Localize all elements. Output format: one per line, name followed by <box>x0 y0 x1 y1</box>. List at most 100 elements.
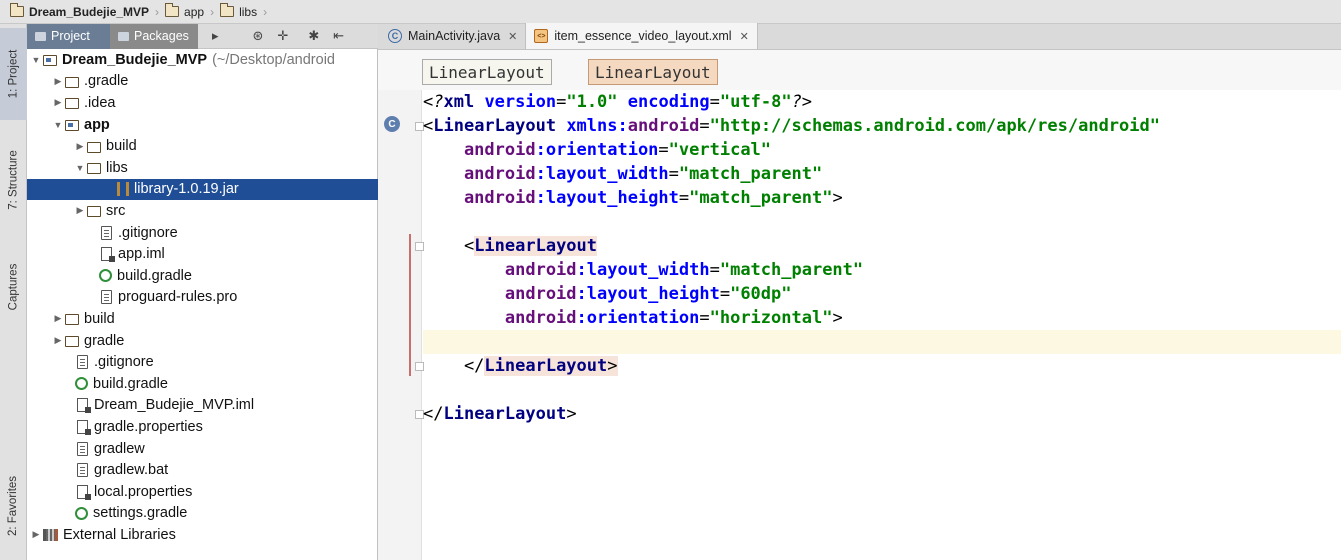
tree-row-library-jar[interactable]: library-1.0.19.jar <box>27 178 378 201</box>
tool-tab-label: 7: Structure <box>7 150 20 210</box>
editor-tab-label: MainActivity.java <box>408 29 501 43</box>
project-icon <box>35 31 46 41</box>
code-line-3: android:orientation="vertical" <box>423 140 772 160</box>
module-folder-icon <box>43 55 57 67</box>
tree-label: gradle <box>84 332 125 349</box>
tree-label: app.iml <box>118 246 165 263</box>
breadcrumb-item-project[interactable]: Dream_Budejie_MVP › <box>9 3 165 19</box>
collapsed-arrow-icon[interactable]: ▶ <box>29 529 43 540</box>
xml-breadcrumb-outer[interactable]: LinearLayout <box>422 59 552 85</box>
tree-label: Dream_Budejie_MVP.iml <box>94 397 255 414</box>
tree-row-settings-gradle[interactable]: settings.gradle <box>27 503 378 525</box>
folder-icon <box>87 163 101 175</box>
editor-gutter[interactable]: C <box>378 90 424 560</box>
tool-tab-project[interactable]: 1: Project <box>0 28 27 120</box>
editor-tab-main-activity[interactable]: C MainActivity.java ✕ <box>378 23 527 49</box>
tree-row-src[interactable]: ▶ src <box>27 200 378 222</box>
tree-row-local-properties[interactable]: local.properties <box>27 481 378 503</box>
close-icon[interactable]: ✕ <box>508 30 517 43</box>
tree-row-proguard[interactable]: proguard-rules.pro <box>27 287 378 309</box>
text-file-icon <box>101 225 112 240</box>
tool-tab-structure[interactable]: 7: Structure <box>0 130 27 230</box>
tool-tab-label: 1: Project <box>7 49 20 99</box>
tool-tab-label: Captures <box>7 263 20 311</box>
packages-view-tab[interactable]: Packages <box>110 23 198 49</box>
hide-panel-icon[interactable]: ⇤ <box>333 28 344 44</box>
editor-tab-layout-xml[interactable]: <> item_essence_video_layout.xml ✕ <box>526 23 758 49</box>
tree-row-gradlew[interactable]: gradlew <box>27 438 378 460</box>
gear-icon[interactable]: ✱ <box>308 28 319 44</box>
folder-icon <box>219 3 235 17</box>
collapsed-arrow-icon[interactable]: ▶ <box>51 76 65 87</box>
code-line-12: </LinearLayout> <box>423 356 618 376</box>
tree-row-gradle[interactable]: ▶ gradle <box>27 330 378 352</box>
expand-arrow-icon[interactable]: ▼ <box>51 120 65 130</box>
tree-label: proguard-rules.pro <box>118 289 238 306</box>
tree-row-external-libraries[interactable]: ▶ External Libraries <box>27 524 378 546</box>
xml-file-icon: <> <box>534 29 549 43</box>
tree-row-build-gradle[interactable]: build.gradle <box>27 373 378 395</box>
tree-label: build <box>106 138 137 155</box>
tree-row-app[interactable]: ▼ app <box>27 114 378 136</box>
tree-row-idea[interactable]: ▶ .idea <box>27 92 378 114</box>
collapsed-arrow-icon[interactable]: ▶ <box>73 141 87 152</box>
code-line-5: android:layout_height="match_parent"> <box>423 188 843 208</box>
tree-row-gradlew-bat[interactable]: gradlew.bat <box>27 459 378 481</box>
properties-file-icon <box>77 484 91 500</box>
navigation-breadcrumb: Dream_Budejie_MVP › app › libs › <box>0 0 1341 24</box>
tree-row-gitignore[interactable]: .gitignore <box>27 351 378 373</box>
collapsed-arrow-icon[interactable]: ▶ <box>51 97 65 108</box>
tree-row-build[interactable]: ▶ build <box>27 308 378 330</box>
collapsed-arrow-icon[interactable]: ▶ <box>51 335 65 346</box>
collapsed-arrow-icon[interactable]: ▶ <box>73 205 87 216</box>
tree-row-gradle-dir[interactable]: ▶ .gradle <box>27 71 378 93</box>
tree-label: .idea <box>84 94 116 111</box>
breadcrumb-label: libs <box>239 4 258 19</box>
xml-breadcrumb-inner[interactable]: LinearLayout <box>588 59 718 85</box>
tree-label: .gitignore <box>94 354 154 371</box>
tree-label: .gitignore <box>118 224 178 241</box>
sync-icon[interactable]: ⊛ <box>253 28 264 44</box>
code-line-7: <LinearLayout <box>423 236 598 256</box>
breadcrumb-item-libs[interactable]: libs › <box>219 3 273 19</box>
tree-row-project-iml[interactable]: Dream_Budejie_MVP.iml <box>27 395 378 417</box>
class-gutter-icon[interactable]: C <box>384 116 400 132</box>
tree-label: app <box>84 116 110 133</box>
tree-label: gradlew.bat <box>94 462 169 479</box>
code-line-4: android:layout_width="match_parent" <box>423 164 823 184</box>
collapse-icon[interactable]: ✛ <box>277 28 288 44</box>
project-view-tab[interactable]: Project <box>27 23 110 49</box>
tree-label: build <box>84 310 115 327</box>
jar-icon <box>117 182 129 197</box>
chevron-right-icon: › <box>155 4 160 19</box>
tree-row-root[interactable]: ▼ Dream_Budejie_MVP (~/Desktop/android <box>27 49 378 71</box>
tree-row-app-iml[interactable]: app.iml <box>27 243 378 265</box>
tree-label: External Libraries <box>63 526 176 543</box>
tool-tab-captures[interactable]: Captures <box>0 242 27 332</box>
text-file-icon <box>101 290 112 305</box>
tree-row-app-build[interactable]: ▶ build <box>27 135 378 157</box>
tree-row-app-gitignore[interactable]: .gitignore <box>27 222 378 244</box>
project-panel-toolbar: Project Packages ▸ ⊛ ✛ ✱ ⇤ <box>27 23 378 49</box>
tree-row-gradle-properties[interactable]: gradle.properties <box>27 416 378 438</box>
module-folder-icon <box>65 120 79 132</box>
tree-label: gradlew <box>94 440 145 457</box>
expand-arrow-icon[interactable]: ▼ <box>73 163 87 173</box>
play-icon[interactable]: ▸ <box>212 28 219 44</box>
tree-label: .gradle <box>84 73 129 90</box>
tree-label: src <box>106 202 126 219</box>
project-tree: ▼ Dream_Budejie_MVP (~/Desktop/android ▶… <box>27 49 378 560</box>
code-text-area[interactable]: <?xml version="1.0" encoding="utf-8"?> <… <box>423 90 1341 560</box>
folder-icon <box>65 336 79 348</box>
collapsed-arrow-icon[interactable]: ▶ <box>51 313 65 324</box>
expand-arrow-icon[interactable]: ▼ <box>29 55 43 65</box>
tool-tab-favorites[interactable]: 2: Favorites <box>0 456 27 556</box>
gradle-icon <box>75 377 88 391</box>
breadcrumb-item-app[interactable]: app › <box>164 3 220 19</box>
close-icon[interactable]: ✕ <box>740 30 749 43</box>
code-editor[interactable]: LinearLayout LinearLayout C <?xml versio… <box>378 50 1341 560</box>
tree-row-libs[interactable]: ▼ libs <box>27 157 378 179</box>
code-line-1: <?xml version="1.0" encoding="utf-8"?> <box>423 92 813 112</box>
tree-row-app-build-gradle[interactable]: build.gradle <box>27 265 378 287</box>
tree-label: Dream_Budejie_MVP <box>62 51 208 68</box>
